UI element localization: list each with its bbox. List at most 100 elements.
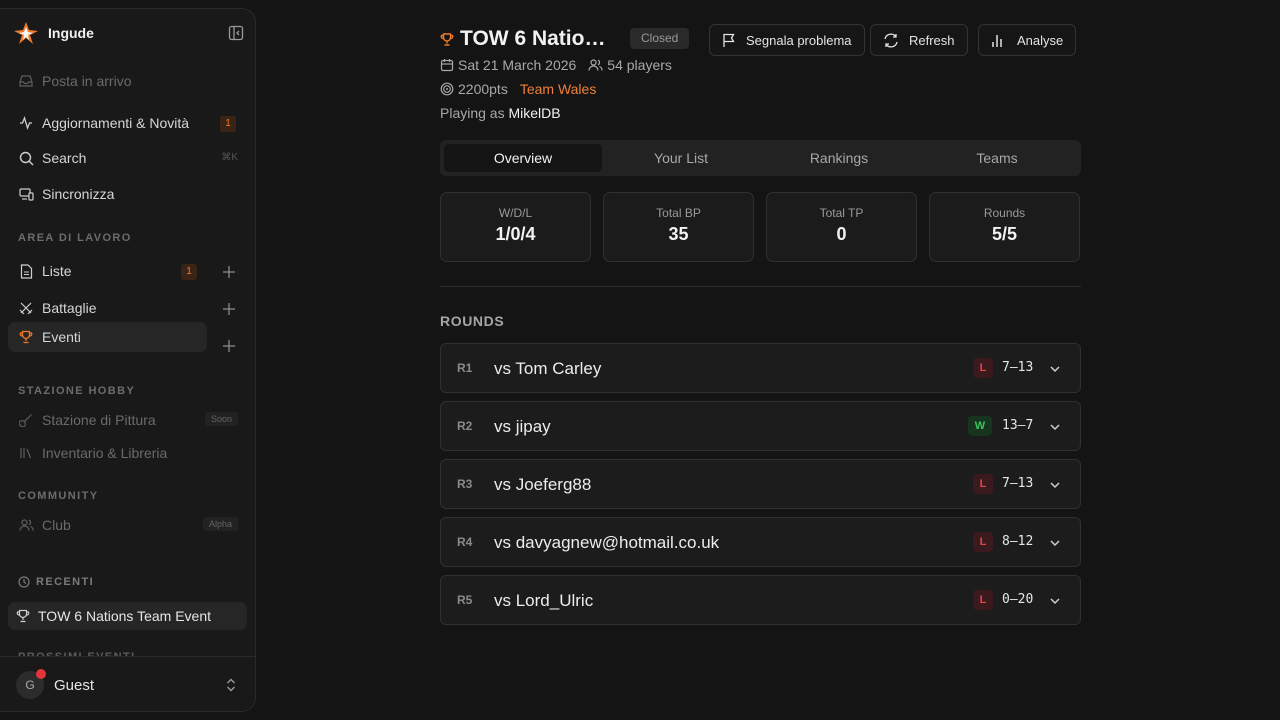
- file-icon: [18, 263, 34, 279]
- target-icon: [440, 82, 454, 96]
- sidebar-item-label: Eventi: [42, 329, 81, 345]
- inbox-icon: [18, 73, 34, 89]
- chevron-down-icon[interactable]: [1049, 595, 1061, 607]
- analyse-button[interactable]: Analyse: [978, 24, 1077, 56]
- swords-icon: [18, 300, 34, 316]
- section-workspace: AREA DI LAVORO: [18, 232, 132, 244]
- tab-rankings[interactable]: Rankings: [760, 144, 918, 172]
- sidebar-item-label: Club: [42, 517, 71, 533]
- add-battle-icon[interactable]: [222, 302, 236, 316]
- stat-card-total-tp: Total TP 0: [766, 192, 917, 262]
- bar-chart-icon: [992, 34, 1002, 47]
- round-row-2[interactable]: R2 vs jipay W 13–7: [440, 401, 1081, 451]
- refresh-button[interactable]: Refresh: [870, 24, 968, 56]
- round-score: 7–13: [1002, 476, 1034, 491]
- library-icon: [18, 445, 34, 461]
- round-number: R5: [457, 593, 473, 607]
- chevrons-up-down-icon[interactable]: [224, 677, 238, 693]
- sidebar-item-sync[interactable]: Sincronizza: [8, 179, 238, 209]
- section-community: COMMUNITY: [18, 490, 99, 502]
- round-score: 13–7: [1002, 418, 1034, 433]
- sidebar-item-events[interactable]: Eventi: [8, 322, 207, 352]
- playing-as-label: Playing as: [440, 105, 505, 121]
- rounds-heading: ROUNDS: [440, 313, 505, 329]
- stat-label: Rounds: [983, 206, 1026, 220]
- sidebar-item-label: Search: [42, 150, 87, 166]
- notification-dot: [36, 669, 46, 679]
- round-opponent: vs Joeferg88: [494, 475, 592, 494]
- devices-icon: [18, 186, 34, 202]
- round-opponent: vs Lord_Ulric: [494, 591, 594, 610]
- stat-card-wdl: W/D/L 1/0/4: [440, 192, 591, 262]
- sidebar: Ingude Posta in arrivo Aggiornamenti & N…: [0, 8, 256, 712]
- recent-title: RECENTI: [36, 576, 95, 588]
- sidebar-collapse-icon[interactable]: [228, 25, 244, 41]
- search-icon: [18, 150, 34, 166]
- chevron-down-icon[interactable]: [1049, 421, 1061, 433]
- refresh-label: Refresh: [909, 32, 955, 48]
- event-date: Sat 21 March 2026: [458, 57, 577, 73]
- app-logo-icon[interactable]: [12, 19, 40, 47]
- status-badge: Closed: [630, 28, 690, 49]
- user-name: Guest: [54, 677, 95, 694]
- chevron-down-icon[interactable]: [1049, 479, 1061, 491]
- tab-teams[interactable]: Teams: [918, 144, 1076, 172]
- stat-label: Total BP: [656, 206, 701, 220]
- result-badge: L: [973, 474, 993, 494]
- alpha-tag: Alpha: [202, 517, 238, 531]
- tab-your-list[interactable]: Your List: [602, 144, 760, 172]
- result-badge: L: [973, 532, 993, 552]
- result-badge: L: [973, 358, 993, 378]
- sidebar-item-label: Liste: [42, 263, 72, 279]
- section-hobby: STAZIONE HOBBY: [18, 385, 136, 397]
- sidebar-item-search[interactable]: Search ⌘K: [8, 143, 238, 173]
- chevron-down-icon[interactable]: [1049, 537, 1061, 549]
- refresh-icon: [884, 33, 898, 47]
- round-opponent: vs davyagnew@hotmail.co.uk: [494, 533, 720, 552]
- user-menu[interactable]: G Guest: [0, 656, 255, 711]
- sidebar-item-lists[interactable]: Liste 1: [8, 256, 207, 286]
- stat-label: W/D/L: [498, 206, 533, 220]
- result-badge: W: [968, 416, 992, 436]
- round-row-3[interactable]: R3 vs Joeferg88 L 7–13: [440, 459, 1081, 509]
- stat-card-rounds: Rounds 5/5: [929, 192, 1080, 262]
- round-number: R3: [457, 477, 473, 491]
- sidebar-item-updates[interactable]: Aggiornamenti & Novità 1: [8, 108, 238, 138]
- round-number: R2: [457, 419, 473, 433]
- round-row-4[interactable]: R4 vs davyagnew@hotmail.co.uk L 8–12: [440, 517, 1081, 567]
- trophy-icon: [18, 329, 34, 345]
- playing-as-row: Playing as MikelDB: [440, 105, 561, 121]
- divider: [440, 286, 1081, 287]
- stat-value: 0: [836, 224, 847, 244]
- result-badge: L: [973, 590, 993, 610]
- updates-count-badge: 1: [220, 116, 236, 132]
- sidebar-item-painting[interactable]: Stazione di Pittura Soon: [8, 405, 238, 435]
- player-count: 54 players: [607, 57, 672, 73]
- sidebar-item-battles[interactable]: Battaglie: [8, 293, 207, 323]
- event-points-row: 2200pts Team Wales: [440, 81, 596, 97]
- trophy-icon: [16, 609, 30, 623]
- add-event-icon[interactable]: [222, 339, 236, 353]
- tab-overview[interactable]: Overview: [444, 144, 602, 172]
- round-row-5[interactable]: R5 vs Lord_Ulric L 0–20: [440, 575, 1081, 625]
- stat-card-total-bp: Total BP 35: [603, 192, 754, 262]
- sidebar-item-library[interactable]: Inventario & Libreria: [8, 438, 238, 468]
- round-number: R1: [457, 361, 473, 375]
- round-score: 8–12: [1002, 534, 1034, 549]
- add-list-icon[interactable]: [222, 265, 236, 279]
- team-link[interactable]: Team Wales: [520, 81, 597, 97]
- chevron-down-icon[interactable]: [1049, 363, 1061, 375]
- round-opponent: vs Tom Carley: [494, 359, 602, 378]
- round-number: R4: [457, 535, 473, 549]
- sidebar-item-inbox[interactable]: Posta in arrivo: [8, 66, 238, 96]
- page-title: TOW 6 Nations Team Event: [460, 27, 618, 50]
- report-problem-button[interactable]: Segnala problema: [709, 24, 865, 56]
- round-row-1[interactable]: R1 vs Tom Carley L 7–13: [440, 343, 1081, 393]
- sidebar-item-club[interactable]: Club Alpha: [8, 510, 238, 540]
- soon-tag: Soon: [204, 412, 238, 426]
- report-problem-label: Segnala problema: [746, 32, 852, 48]
- recent-item-label: TOW 6 Nations Team Event: [38, 608, 211, 624]
- lists-count-badge: 1: [181, 264, 197, 280]
- sidebar-item-label: Inventario & Libreria: [42, 445, 168, 461]
- recent-item-event[interactable]: TOW 6 Nations Team Event: [8, 602, 247, 630]
